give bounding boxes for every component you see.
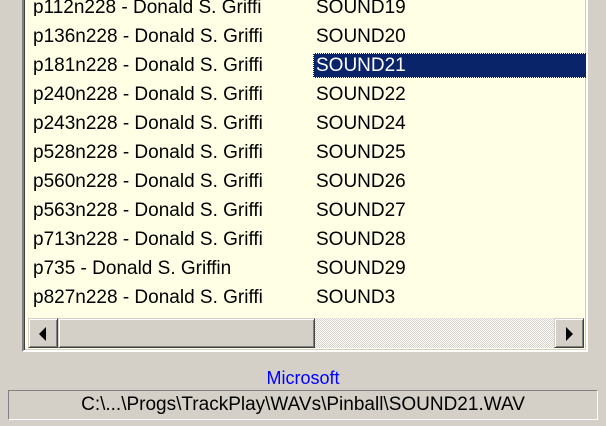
- list-item-sound: SOUND26: [316, 171, 406, 192]
- list-item[interactable]: p240n228 - Donald S. Griffi SOUND22: [30, 80, 584, 109]
- list-item[interactable]: p112n228 - Donald S. Griffi SOUND19: [30, 0, 584, 22]
- scroll-thumb[interactable]: [58, 318, 315, 348]
- list-item[interactable]: p735 - Donald S. Griffin SOUND29: [30, 254, 584, 283]
- scroll-right-button[interactable]: [554, 318, 584, 348]
- list-item[interactable]: p563n228 - Donald S. Griffi SOUND27: [30, 196, 584, 225]
- list-item-selected[interactable]: p181n228 - Donald S. Griffi SOUND21: [30, 51, 586, 80]
- list-item-sound: SOUND28: [316, 229, 406, 250]
- list-item-name: p528n228 - Donald S. Griffi: [33, 142, 263, 163]
- list-item-name: p735 - Donald S. Griffin: [33, 258, 232, 279]
- list-item[interactable]: p713n228 - Donald S. Griffi SOUND28: [30, 225, 584, 254]
- list-item-sound: SOUND27: [316, 200, 406, 221]
- list-item[interactable]: p243n228 - Donald S. Griffi SOUND24: [30, 109, 584, 138]
- list-item-sound: SOUND21: [313, 53, 586, 78]
- owner-label: Microsoft: [266, 368, 340, 388]
- list-item-sound: SOUND3: [316, 287, 396, 308]
- list-item-name: p240n228 - Donald S. Griffi: [33, 84, 263, 105]
- list-item-sound: SOUND24: [316, 113, 406, 134]
- list-item-sound: SOUND20: [316, 26, 406, 47]
- arrow-right-icon: [566, 327, 573, 341]
- list-item-sound: SOUND19: [316, 0, 406, 18]
- list-item-name: p560n228 - Donald S. Griffi: [33, 171, 263, 192]
- scroll-left-button[interactable]: [28, 318, 58, 348]
- list-item-name: p713n228 - Donald S. Griffi: [33, 229, 263, 250]
- list-item-name: p563n228 - Donald S. Griffi: [33, 200, 263, 221]
- list-item[interactable]: p560n228 - Donald S. Griffi SOUND26: [30, 167, 584, 196]
- list-item[interactable]: p528n228 - Donald S. Griffi SOUND25: [30, 138, 584, 167]
- horizontal-scrollbar[interactable]: [28, 318, 584, 348]
- list-item[interactable]: p827n228 - Donald S. Griffi SOUND3: [30, 283, 584, 312]
- list-item-sound: SOUND29: [316, 258, 406, 279]
- list-item[interactable]: p136n228 - Donald S. Griffi SOUND20: [30, 22, 584, 51]
- list-item-name: p827n228 - Donald S. Griffi: [33, 287, 263, 308]
- list-item-name: p112n228 - Donald S. Griffi: [33, 0, 262, 16]
- arrow-left-icon: [39, 327, 46, 341]
- sound-list[interactable]: p112n228 - Donald S. Griffi SOUND19 p136n2…: [22, 0, 588, 352]
- list-item-sound: SOUND22: [316, 84, 406, 105]
- file-path-status: C:\...\Progs\TrackPlay\WAVs\Pinball\SOUN…: [8, 390, 598, 420]
- list-item-name: p243n228 - Donald S. Griffi: [33, 113, 263, 134]
- sound-list-rows: p112n228 - Donald S. Griffi SOUND19 p136n2…: [30, 0, 586, 312]
- list-item-name: p136n228 - Donald S. Griffi: [33, 26, 263, 47]
- list-item-sound: SOUND25: [316, 142, 406, 163]
- list-item-name: p181n228 - Donald S. Griffi: [33, 55, 263, 76]
